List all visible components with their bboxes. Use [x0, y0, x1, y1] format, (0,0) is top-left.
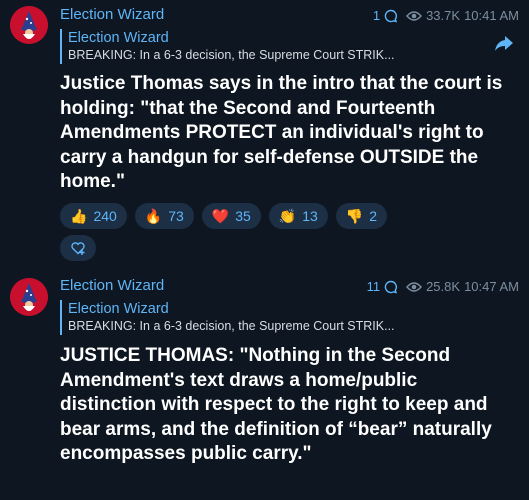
reaction-heart[interactable]: ❤️ 35 — [201, 203, 261, 229]
comment-count[interactable]: 11 — [367, 279, 381, 294]
message-post: Election Wizard 11 25.8K 10:47 AM Electi… — [0, 270, 529, 500]
reaction-count: 2 — [369, 208, 378, 224]
view-count: 33.7K — [426, 8, 461, 23]
eye-icon — [406, 281, 423, 292]
message-time: 10:41 AM — [464, 8, 519, 23]
channel-name[interactable]: Election Wizard — [60, 6, 164, 23]
reactions-bar: 👍 240 🔥 73 ❤️ 35 👏 13 👎 2 — [60, 203, 388, 229]
comment-count[interactable]: 1 — [373, 8, 380, 23]
reaction-thumbs-down[interactable]: 👎 2 — [335, 203, 388, 229]
channel-avatar[interactable] — [10, 6, 48, 44]
clap-icon: 👏 — [278, 208, 297, 224]
comment-icon[interactable] — [384, 9, 398, 23]
view-count: 25.8K — [426, 279, 461, 294]
message-time: 10:47 AM — [464, 279, 519, 294]
wizard-avatar-icon — [10, 278, 48, 316]
heart-plus-icon — [71, 242, 85, 255]
comment-icon[interactable] — [384, 280, 398, 294]
thumbs-down-icon: 👎 — [345, 208, 364, 224]
channel-name[interactable]: Election Wizard — [60, 277, 164, 294]
reaction-thumbs-up[interactable]: 👍 240 — [60, 203, 127, 229]
eye-icon — [406, 10, 423, 21]
reaction-count: 240 — [93, 208, 117, 224]
add-reaction-button[interactable] — [60, 235, 96, 261]
reply-text: BREAKING: In a 6-3 decision, the Supreme… — [68, 48, 395, 62]
share-icon[interactable] — [493, 32, 515, 54]
message-meta: 11 25.8K 10:47 AM — [367, 279, 519, 294]
reply-text: BREAKING: In a 6-3 decision, the Supreme… — [68, 319, 395, 333]
reaction-count: 73 — [168, 208, 184, 224]
reply-title: Election Wizard — [68, 301, 169, 317]
thumbs-up-icon: 👍 — [70, 208, 88, 224]
channel-avatar[interactable] — [10, 278, 48, 316]
reply-preview[interactable]: Election Wizard BREAKING: In a 6-3 decis… — [60, 300, 489, 335]
reply-preview[interactable]: Election Wizard BREAKING: In a 6-3 decis… — [60, 29, 489, 64]
reaction-count: 13 — [302, 208, 318, 224]
reply-title: Election Wizard — [68, 30, 169, 46]
reaction-count: 35 — [235, 208, 251, 224]
reaction-clap[interactable]: 👏 13 — [268, 203, 328, 229]
message-text: Justice Thomas says in the intro that th… — [60, 73, 503, 192]
message-meta: 1 33.7K 10:41 AM — [373, 8, 519, 23]
message-post: Election Wizard 1 33.7K 10:41 AM Electio… — [0, 0, 529, 262]
wizard-avatar-icon — [10, 6, 48, 44]
fire-icon: 🔥 — [144, 208, 163, 224]
heart-icon: ❤️ — [211, 208, 230, 224]
message-text: JUSTICE THOMAS: "Nothing in the Second A… — [60, 345, 492, 464]
reaction-fire[interactable]: 🔥 73 — [134, 203, 194, 229]
